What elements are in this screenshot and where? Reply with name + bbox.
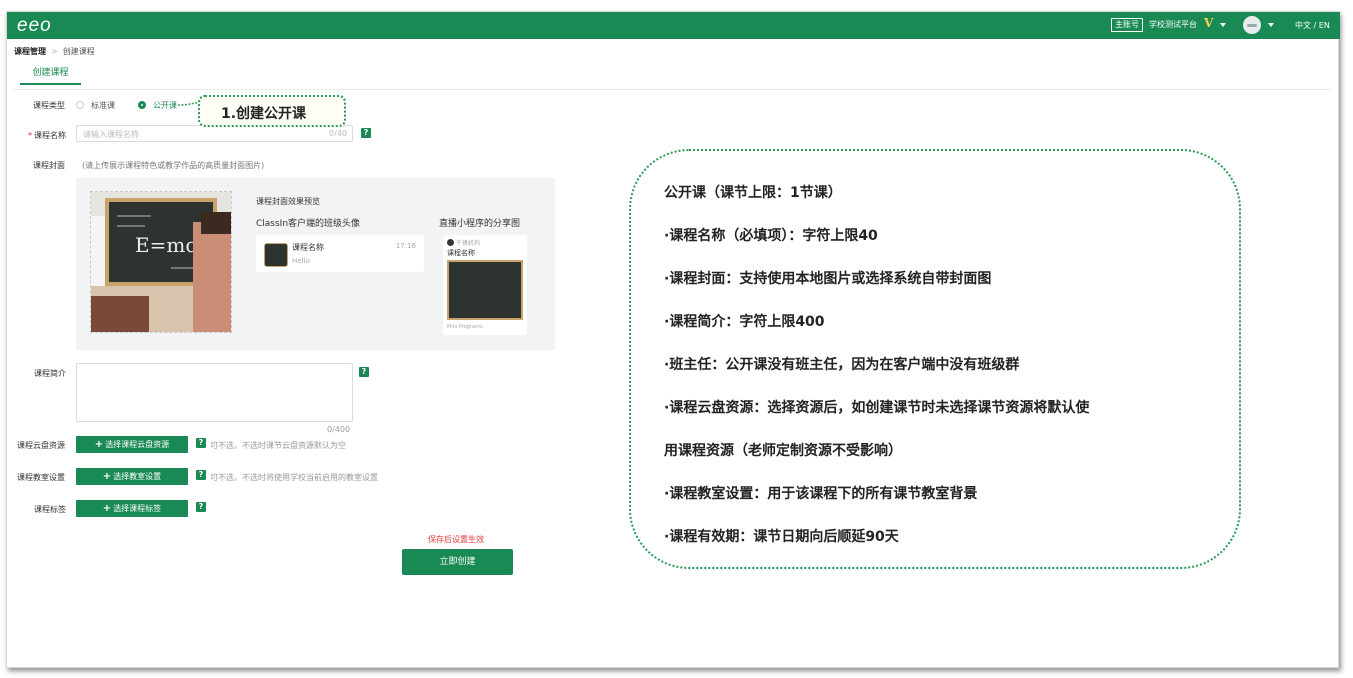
client-avatar-thumb: [264, 243, 288, 267]
info-line: ·课程简介：字符上限400: [664, 314, 825, 330]
client-card-time: 17:16: [395, 242, 416, 250]
create-now-button[interactable]: 立即创建: [402, 549, 513, 575]
info-line: ·课程封面：支持使用本地图片或选择系统自带封面图: [664, 271, 992, 287]
annotation-callout-text: 1.创建公开课: [221, 106, 307, 122]
select-course-tag-button[interactable]: + 选择课程标签: [76, 500, 188, 517]
radio-public-course[interactable]: [138, 101, 146, 109]
app-logo[interactable]: eeo: [17, 15, 52, 37]
info-panel: 公开课（课节上限：1节课） ·课程名称（必填项）：字符上限40 ·课程封面：支持…: [629, 149, 1241, 569]
cloud-resource-help-icon[interactable]: ?: [196, 438, 206, 448]
avatar[interactable]: [1243, 16, 1261, 34]
radio-public-label[interactable]: 公开课: [153, 100, 177, 111]
course-intro-label: 课程简介: [34, 369, 66, 378]
save-hint: 保存后设置生效: [428, 535, 484, 544]
tab-create-course[interactable]: 创建课程: [20, 65, 81, 85]
course-type-label: 课程类型: [33, 101, 65, 110]
mini-course-name: 课程名称: [447, 249, 475, 257]
account-tag: 主账号: [1111, 18, 1143, 32]
course-name-help-icon[interactable]: ?: [361, 128, 371, 138]
mini-share-title: 直播小程序的分享图: [439, 219, 521, 229]
tab-divider: [13, 89, 1331, 90]
user-dropdown-icon[interactable]: [1268, 23, 1274, 27]
course-name-placeholder: 请输入课程名称: [83, 130, 139, 139]
callout-pointer: [178, 101, 200, 106]
mini-share-card: 千锋机构 课程名称 Mini Programs: [443, 235, 527, 335]
course-cover-hint: (请上传展示课程特色或教学作品的高质量封面图片): [82, 161, 265, 170]
classroom-setting-label: 课程教室设置: [17, 473, 65, 482]
mini-cover-thumb: [447, 260, 523, 320]
client-card-message: Hello: [292, 257, 310, 265]
info-line: ·课程教室设置：用于该课程下的所有课节教室背景: [664, 486, 978, 502]
radio-standard-label[interactable]: 标准课: [91, 100, 115, 111]
course-intro-help-icon[interactable]: ?: [359, 367, 369, 377]
course-tag-label: 课程标签: [34, 505, 66, 514]
annotation-callout: 1.创建公开课: [198, 95, 346, 127]
mini-footer: Mini Programs: [447, 324, 483, 330]
cover-image: E=mc²: [91, 192, 231, 332]
breadcrumb-current: 创建课程: [62, 47, 95, 56]
radio-standard-course[interactable]: [76, 101, 84, 109]
preview-title: 课程封面效果预览: [256, 197, 320, 206]
course-name-input[interactable]: 请输入课程名称 0/40: [76, 125, 353, 142]
top-bar: eeo 主账号 学校测试平台 V 中文 / EN: [7, 12, 1340, 39]
select-classroom-setting-button[interactable]: + 选择教室设置: [76, 468, 188, 485]
info-line: 用课程资源（老师定制资源不受影响）: [664, 443, 902, 459]
school-name[interactable]: 学校测试平台: [1149, 19, 1197, 30]
mini-user: 千锋机构: [456, 240, 481, 247]
info-line: ·课程有效期：课节日期向后顺延90天: [664, 529, 899, 545]
course-name-label: * 课程名称: [28, 131, 66, 140]
info-line: ·课程云盘资源：选择资源后，如创建课节时未选择课节资源将默认使: [664, 400, 1090, 416]
course-intro-textarea[interactable]: [76, 363, 353, 422]
breadcrumb-separator: >: [51, 47, 58, 56]
language-switch[interactable]: 中文 / EN: [1295, 20, 1330, 31]
classroom-setting-help-icon[interactable]: ?: [196, 470, 206, 480]
mini-user-icon: [447, 239, 454, 246]
breadcrumb: 课程管理 > 创建课程: [14, 46, 95, 57]
cover-preview-panel: E=mc² 课程封面效果预览 ClassIn客户端的班级头像 课程名称 17:1…: [76, 178, 555, 350]
course-name-counter: 0/40: [329, 129, 347, 138]
client-avatar-card: 课程名称 17:16 Hello: [256, 235, 424, 272]
select-cloud-resource-button[interactable]: + 选择课程云盘资源: [76, 436, 188, 453]
cloud-resource-hint: 可不选，不选时课节云盘资源默认为空: [210, 441, 346, 450]
course-intro-counter: 0/400: [327, 425, 351, 434]
cover-upload-area[interactable]: E=mc²: [90, 191, 232, 333]
client-card-name: 课程名称: [292, 243, 324, 252]
info-line: ·班主任：公开课没有班主任，因为在客户端中没有班级群: [664, 357, 1020, 373]
app-window: eeo 主账号 学校测试平台 V 中文 / EN 课程管理 > 创建课程 创建课程 …: [6, 11, 1340, 668]
course-cover-label: 课程封面: [33, 161, 65, 170]
classroom-setting-hint: 可不选，不选时将使用学校当前启用的教室设置: [210, 473, 378, 482]
info-line: ·课程名称（必填项）：字符上限40: [664, 228, 878, 244]
school-dropdown-icon[interactable]: [1220, 23, 1226, 27]
cloud-resource-label: 课程云盘资源: [17, 441, 65, 450]
client-avatar-title: ClassIn客户端的班级头像: [256, 219, 361, 229]
breadcrumb-root[interactable]: 课程管理: [14, 47, 46, 56]
vip-badge: V: [1204, 16, 1214, 30]
info-line: 公开课（课节上限：1节课）: [664, 185, 842, 201]
course-tag-help-icon[interactable]: ?: [196, 502, 206, 512]
